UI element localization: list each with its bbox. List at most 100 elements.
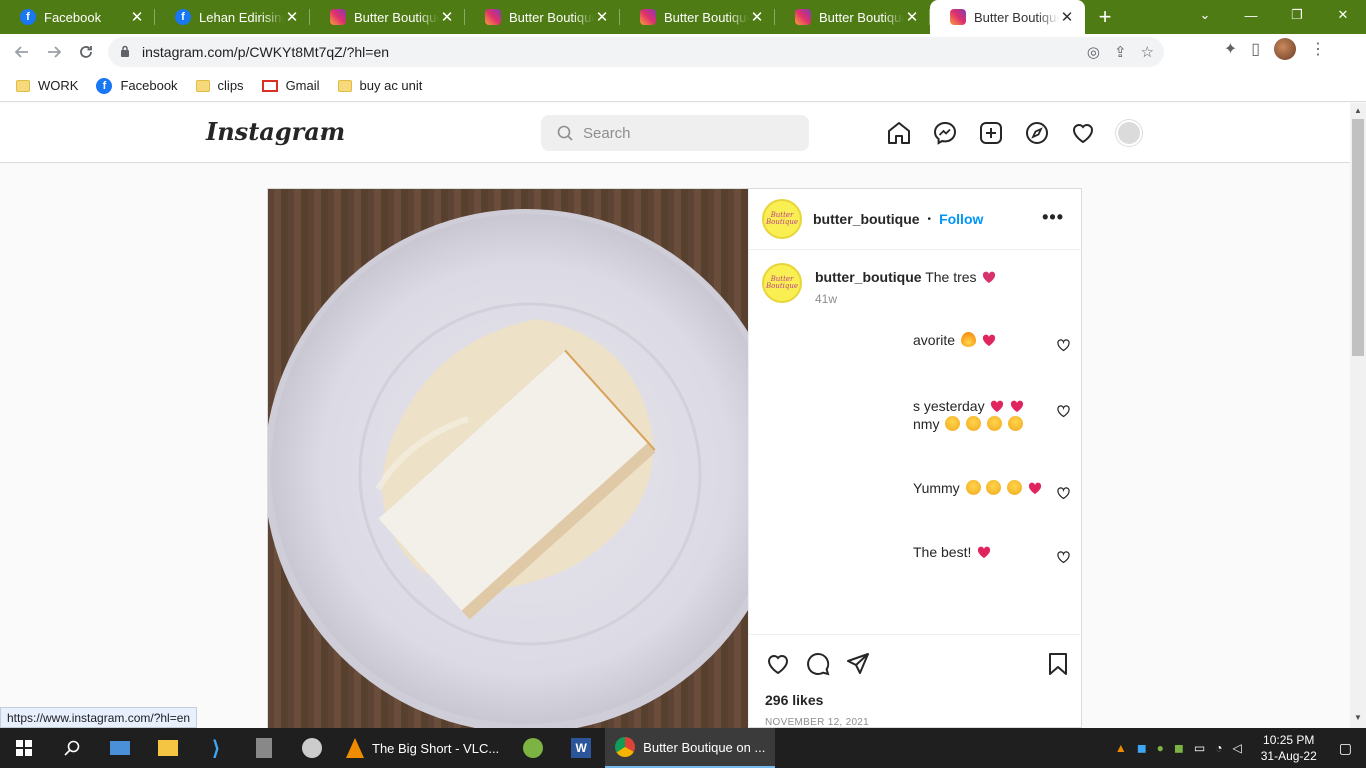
comment-text: The best! [913,544,972,560]
comment-icon[interactable] [805,651,831,677]
profile-avatar-icon[interactable] [1116,120,1142,146]
tab-search-icon[interactable]: ⌄ [1182,0,1228,30]
post-username[interactable]: butter_boutique [813,211,920,227]
address-bar[interactable]: instagram.com/p/CWKYt8Mt7qZ/?hl=en ◎ ⇪ ☆ [108,37,1164,67]
reload-button[interactable] [70,36,102,68]
close-icon[interactable]: ✕ [749,8,765,26]
bookmark-gmail[interactable]: Gmail [261,78,320,93]
tab-butter-boutique[interactable]: Butter Boutique (@ ✕ [620,0,775,34]
home-icon[interactable] [886,120,912,146]
explore-icon[interactable] [1024,120,1050,146]
post-modal: Butter Boutique butter_boutique • Follow… [267,188,1083,729]
notifications-icon[interactable]: ▢ [1339,740,1352,757]
caption-time[interactable]: 41w [815,292,837,306]
start-button[interactable] [0,728,48,768]
tab-butter-boutique-active[interactable]: Butter Boutique (@ ✕ [930,0,1085,34]
wifi-icon[interactable]: ◔ [1215,741,1222,755]
restore-button[interactable]: ❐ [1274,0,1320,30]
paint-icon[interactable] [288,728,336,768]
utorrent-icon[interactable] [509,728,557,768]
new-tab-button[interactable]: + [1085,0,1125,34]
instagram-icon [330,9,346,25]
search-input[interactable] [583,124,793,142]
messenger-icon[interactable] [932,120,958,146]
scroll-up-arrow-icon[interactable]: ▲ [1350,106,1366,115]
taskbar-app-vlc[interactable]: The Big Short - VLC... [336,728,509,768]
like-comment-heart-icon[interactable] [1057,487,1070,500]
butter-boutique-avatar[interactable]: Butter Boutique [762,263,802,303]
like-comment-heart-icon[interactable] [1057,405,1070,418]
heart-emoji [1029,482,1042,494]
close-icon[interactable]: ✕ [594,8,610,26]
star-icon[interactable]: ☆ [1141,43,1154,61]
side-panel-icon[interactable]: ▯ [1251,39,1260,59]
clock[interactable]: 10:25 PM 31-Aug-22 [1261,732,1317,764]
star-struck-emoji [945,416,961,431]
tab-title: Butter Boutique (@ [819,9,904,25]
volume-icon[interactable]: ◁ [1232,741,1241,755]
window-controls: ⌄ — ❐ ✕ [1182,0,1366,34]
close-icon[interactable]: ✕ [1059,8,1075,26]
close-icon[interactable]: ✕ [284,8,300,26]
tray-app-icon[interactable]: ◼ [1174,741,1184,755]
bookmark-clips[interactable]: clips [195,78,244,93]
like-comment-heart-icon[interactable] [1057,339,1070,352]
chevron-down-icon[interactable]: ⌄ [318,127,328,141]
caption-username[interactable]: butter_boutique [815,269,922,285]
scrollbar-thumb[interactable] [1352,119,1364,356]
close-icon[interactable]: ✕ [904,8,920,26]
tray-app-icon[interactable]: ◼ [1137,741,1147,755]
comment-text: nmy [913,416,940,432]
forward-button[interactable] [38,36,70,68]
tab-butter-boutique[interactable]: Butter Boutique (@ ✕ [775,0,930,34]
like-heart-icon[interactable] [765,651,791,677]
close-icon[interactable]: ✕ [129,8,145,26]
vscode-icon[interactable]: ⟩ [192,728,240,768]
new-post-icon[interactable] [978,120,1004,146]
bookmark-facebook[interactable]: f Facebook [96,77,178,94]
follow-button[interactable]: Follow [939,211,983,227]
share-paper-plane-icon[interactable] [845,651,871,677]
tab-lehan[interactable]: f Lehan Edirisinghe ✕ [155,0,310,34]
bookmark-buy-ac-unit[interactable]: buy ac unit [337,78,422,93]
tab-title: Lehan Edirisinghe [199,9,284,25]
close-icon[interactable]: ✕ [439,8,455,26]
menu-icon[interactable]: ⋮ [1310,39,1326,59]
calculator-icon[interactable] [240,728,288,768]
heart-emoji [982,334,995,346]
share-icon[interactable]: ⇪ [1114,43,1127,61]
post-photo[interactable] [268,189,748,729]
close-window-button[interactable]: ✕ [1320,0,1366,30]
like-comment-heart-icon[interactable] [1057,551,1070,564]
search-taskbar-icon[interactable] [48,728,96,768]
profile-avatar[interactable] [1274,38,1296,60]
butter-boutique-avatar[interactable]: Butter Boutique [762,199,802,239]
bookmark-label: clips [217,78,244,93]
desktop-app-icon[interactable] [96,728,144,768]
minimize-button[interactable]: — [1228,0,1274,30]
vlc-tray-icon[interactable]: ▲ [1115,741,1127,755]
battery-icon[interactable]: ▭ [1194,741,1205,755]
page-scrollbar[interactable]: ▲ ▼ [1350,103,1366,728]
fire-emoji [960,332,976,347]
taskbar-app-chrome[interactable]: Butter Boutique on ... [605,728,776,768]
windows-logo-icon [16,740,32,756]
comment-text: Yummy [913,480,960,496]
bookmark-work[interactable]: WORK [16,78,78,93]
file-explorer-icon[interactable] [144,728,192,768]
likes-count[interactable]: 296 likes [765,692,823,708]
bookmark-save-icon[interactable] [1045,651,1071,677]
word-icon[interactable]: W [557,728,605,768]
utorrent-tray-icon[interactable]: ● [1157,741,1164,755]
more-options-icon[interactable]: ••• [1042,207,1064,228]
yum-emoji [965,480,981,495]
tab-butter-boutique[interactable]: Butter Boutique (@ ✕ [310,0,465,34]
tab-butter-boutique[interactable]: Butter Boutique (@ ✕ [465,0,620,34]
eye-slash-icon[interactable]: ◎ [1087,43,1100,61]
tab-facebook[interactable]: f Facebook ✕ [0,0,155,34]
back-button[interactable] [6,36,38,68]
scroll-down-arrow-icon[interactable]: ▼ [1350,713,1366,722]
extensions-icon[interactable]: ✦ [1224,39,1237,59]
activity-heart-icon[interactable] [1070,120,1096,146]
search-box[interactable] [541,115,809,151]
